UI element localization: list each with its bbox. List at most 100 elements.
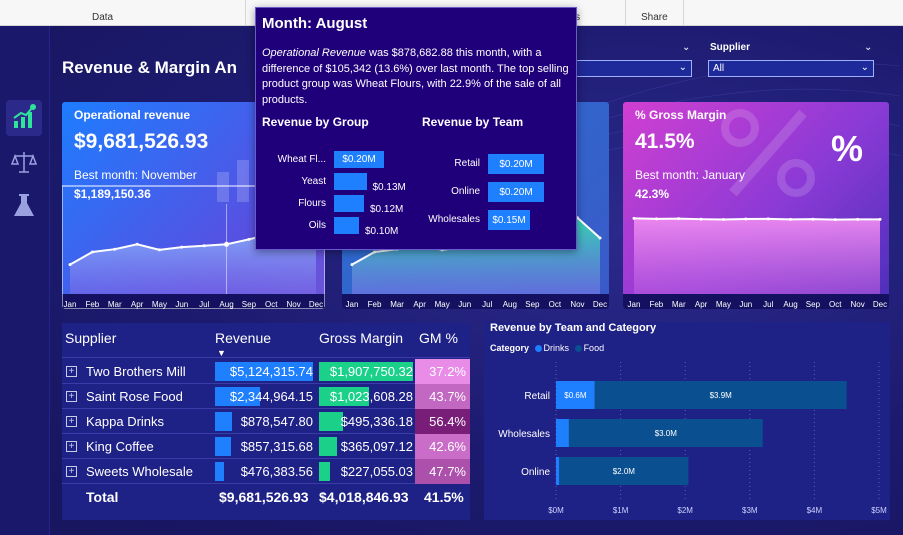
category-label: Online: [521, 467, 550, 478]
data-point[interactable]: [350, 263, 354, 267]
x-tick-label: Apr: [695, 300, 708, 309]
data-point[interactable]: [856, 217, 860, 221]
chevron-down-icon[interactable]: ⌄: [682, 42, 690, 53]
drinks-bar[interactable]: [556, 457, 560, 485]
data-point[interactable]: [113, 247, 117, 251]
column-header-supplier[interactable]: Supplier: [65, 330, 116, 346]
axis-band: [342, 294, 609, 309]
x-tick-label: Aug: [219, 300, 233, 309]
gross-margin-value: $1,023,608.28: [329, 389, 413, 404]
supplier-name: King Coffee: [86, 439, 154, 454]
team-label: Retail: [454, 158, 480, 169]
supplier-slicer-dropdown[interactable]: All ⌄: [708, 60, 874, 77]
x-tick-label: Nov: [287, 300, 301, 309]
data-point[interactable]: [180, 245, 184, 249]
data-point[interactable]: [373, 250, 377, 254]
food-data-label: $3.0M: [655, 429, 678, 438]
team-value: $0.15M: [492, 215, 526, 226]
data-point[interactable]: [744, 217, 748, 221]
ribbon-group-share: Share: [626, 0, 684, 26]
x-tick-label: $3M: [742, 506, 758, 515]
nav-dashboard-button[interactable]: [6, 100, 42, 136]
table-row[interactable]: + Kappa Drinks $878,547.80 $495,336.18 5…: [62, 409, 470, 434]
total-gross-margin: $4,018,846.93: [319, 489, 409, 505]
ribbon-group-data: Data: [0, 0, 246, 26]
data-point[interactable]: [677, 217, 681, 221]
chevron-down-icon[interactable]: ⌄: [864, 42, 872, 53]
revenue-value: $857,315.68: [240, 439, 313, 454]
group-value: $0.20M: [342, 154, 376, 165]
category-label: Wholesales: [498, 429, 550, 440]
column-header-gross-margin[interactable]: Gross Margin: [319, 330, 403, 346]
total-revenue: $9,681,526.93: [219, 489, 309, 505]
table-row[interactable]: + Sweets Wholesale $476,383.56 $227,055.…: [62, 459, 470, 484]
data-point[interactable]: [766, 217, 770, 221]
revenue-value: $878,547.80: [240, 414, 313, 429]
gm-pct-value: 37.2%: [415, 359, 470, 384]
column-header-revenue[interactable]: Revenue: [215, 330, 271, 346]
tooltip-title: Month: August: [262, 15, 368, 32]
tooltip-group-title: Revenue by Group: [262, 115, 369, 129]
chevron-down-icon: ⌄: [860, 62, 869, 73]
expand-icon[interactable]: +: [66, 366, 77, 377]
data-point[interactable]: [878, 217, 882, 221]
column-header-gm-pct[interactable]: GM %: [419, 330, 458, 346]
data-point[interactable]: [68, 263, 72, 267]
x-tick-label: $2M: [677, 506, 693, 515]
group-bar: [334, 173, 367, 190]
data-point[interactable]: [157, 248, 161, 252]
team-value: $0.20M: [499, 159, 533, 170]
team-bar-svg: $0M $1M $2M $3M $4M $5M Retail $0.6M $3.9M Wholes…: [498, 362, 887, 515]
data-point[interactable]: [833, 218, 837, 222]
x-tick-label: Aug: [783, 300, 797, 309]
x-tick-label: Nov: [851, 300, 865, 309]
slicer-value: All: [713, 63, 725, 74]
data-point[interactable]: [598, 236, 602, 240]
expand-icon[interactable]: +: [66, 416, 77, 427]
data-point[interactable]: [632, 216, 636, 220]
supplier-name: Saint Rose Food: [86, 389, 183, 404]
supplier-name: Kappa Drinks: [86, 414, 165, 429]
data-point[interactable]: [202, 244, 206, 248]
expand-icon[interactable]: +: [66, 391, 77, 402]
group-label: Flours: [298, 198, 326, 209]
x-tick-label: May: [152, 300, 167, 309]
x-tick-label: Oct: [549, 300, 562, 309]
area-fill: [634, 218, 880, 294]
team-label: Wholesales: [428, 214, 480, 225]
data-point[interactable]: [699, 217, 703, 221]
supplier-name: Sweets Wholesale: [86, 464, 193, 479]
data-point[interactable]: [90, 250, 94, 254]
data-point[interactable]: [721, 217, 725, 221]
group-label: Oils: [308, 220, 326, 231]
team-label: Online: [451, 186, 480, 197]
data-point[interactable]: [789, 217, 793, 221]
table-row[interactable]: + Two Brothers Mill $5,124,315.74 $1,907…: [62, 359, 470, 384]
x-tick-label: Mar: [390, 300, 404, 309]
x-tick-label: $1M: [613, 506, 629, 515]
data-point[interactable]: [654, 217, 658, 221]
slicer-label-supplier: Supplier: [710, 42, 751, 53]
x-tick-label: Sep: [242, 300, 257, 309]
group-bar: [334, 195, 364, 212]
revenue-by-team-chart[interactable]: Revenue by Team and Category Category Dr…: [484, 322, 890, 520]
x-tick-label: Mar: [672, 300, 686, 309]
drinks-bar[interactable]: [556, 419, 569, 447]
nav-flask-button[interactable]: [6, 188, 42, 224]
gross-margin-card[interactable]: % Gross Margin 41.5% % Best month: Janua…: [623, 102, 889, 309]
margin-area-chart[interactable]: Jan Feb Mar Apr May Jun Jul Aug Sep Oct Nov Dec: [623, 102, 889, 309]
gm-pct-value: 42.6%: [415, 434, 470, 459]
x-tick-label: Aug: [503, 300, 517, 309]
supplier-table: Supplier Revenue ▼ Gross Margin GM % + T…: [62, 323, 470, 520]
data-point[interactable]: [811, 217, 815, 221]
slicer-dropdown-1[interactable]: ⌄: [575, 60, 692, 77]
expand-icon[interactable]: +: [66, 441, 77, 452]
nav-scale-button[interactable]: [6, 144, 42, 180]
x-tick-label: Oct: [829, 300, 842, 309]
table-row[interactable]: + King Coffee $857,315.68 $365,097.12 42…: [62, 434, 470, 459]
expand-icon[interactable]: +: [66, 466, 77, 477]
data-point[interactable]: [247, 237, 251, 241]
table-row[interactable]: + Saint Rose Food $2,344,964.15 $1,023,6…: [62, 384, 470, 409]
side-nav: [0, 26, 50, 535]
data-point[interactable]: [135, 242, 139, 246]
